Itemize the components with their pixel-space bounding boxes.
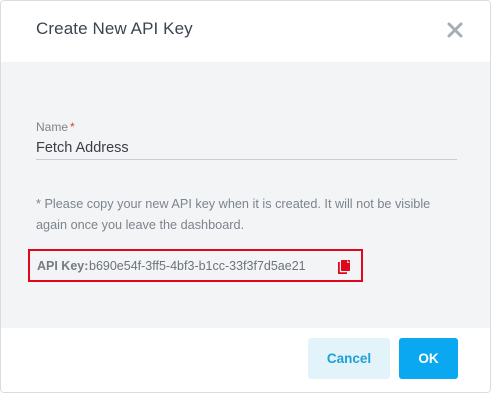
- dialog-title: Create New API Key: [36, 19, 193, 38]
- copy-api-key-button[interactable]: [337, 259, 351, 275]
- api-key-highlight: API Key: b690e54f-3ff5-4bf3-b1cc-33f3f7d…: [28, 249, 363, 282]
- name-field-label: Name *: [36, 120, 75, 134]
- create-api-key-dialog: Create New API Key Name* * Please copy y…: [0, 0, 491, 393]
- close-button[interactable]: [443, 18, 467, 42]
- required-marker: *: [70, 120, 75, 134]
- copy-icon: [338, 260, 350, 274]
- cancel-button[interactable]: Cancel: [308, 338, 390, 379]
- dialog-body: Name* * Please copy your new API key whe…: [1, 62, 490, 328]
- api-key-value: b690e54f-3ff5-4bf3-b1cc-33f3f7d5ae21: [89, 259, 306, 273]
- name-label-text: Name: [36, 120, 69, 134]
- close-icon: [447, 22, 463, 38]
- ok-button[interactable]: OK: [399, 338, 458, 379]
- dialog-header: Create New API Key: [1, 1, 490, 62]
- name-input[interactable]: [36, 136, 457, 160]
- copy-notice: * Please copy your new API key when it i…: [36, 197, 431, 232]
- dialog-footer: Cancel OK: [1, 328, 490, 392]
- api-key-label: API Key:: [37, 259, 89, 273]
